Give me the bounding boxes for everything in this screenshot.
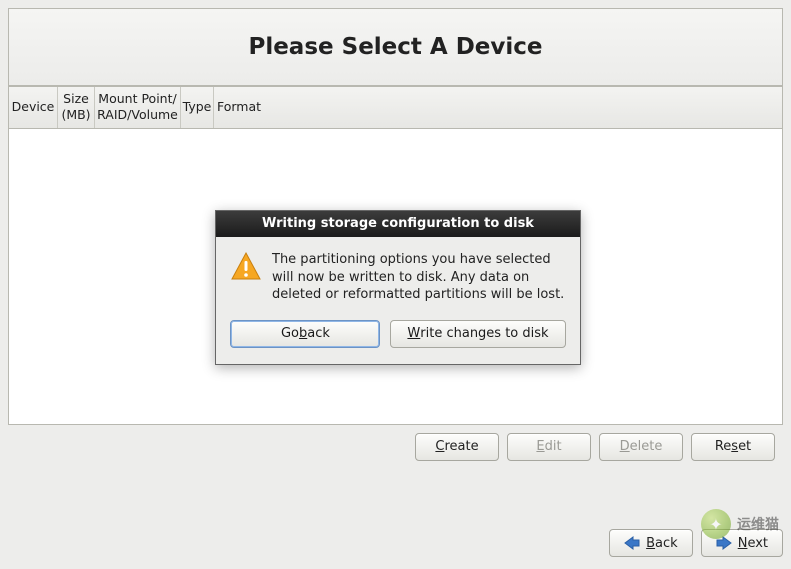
dialog-buttons: Go back Write changes to disk [216, 310, 580, 364]
create-button[interactable]: Create [415, 433, 499, 461]
table-header-row: Device Size(MB) Mount Point/RAID/Volume … [8, 86, 783, 129]
reset-button[interactable]: Reset [691, 433, 775, 461]
next-button[interactable]: Next [701, 529, 783, 557]
write-storage-dialog: Writing storage configuration to disk Th… [215, 210, 581, 365]
warning-icon [230, 251, 262, 283]
col-device[interactable]: Device [9, 87, 58, 128]
page-title: Please Select A Device [248, 34, 542, 60]
back-button[interactable]: Back [609, 529, 693, 557]
arrow-left-icon [624, 536, 640, 550]
dialog-message: The partitioning options you have select… [272, 251, 566, 304]
arrow-right-icon [716, 536, 732, 550]
col-mount[interactable]: Mount Point/RAID/Volume [95, 87, 181, 128]
col-size[interactable]: Size(MB) [58, 87, 95, 128]
col-type[interactable]: Type [181, 87, 214, 128]
write-changes-button[interactable]: Write changes to disk [390, 320, 565, 348]
edit-button: Edit [507, 433, 591, 461]
col-format[interactable]: Format [214, 87, 264, 128]
dialog-title: Writing storage configuration to disk [216, 211, 580, 237]
page-title-panel: Please Select A Device [8, 8, 783, 86]
wizard-nav: Back Next [601, 529, 791, 565]
back-label: Back [646, 536, 678, 551]
table-actions: Create Edit Delete Reset [8, 425, 783, 461]
next-label: Next [738, 536, 768, 551]
go-back-button[interactable]: Go back [230, 320, 380, 348]
delete-button: Delete [599, 433, 683, 461]
